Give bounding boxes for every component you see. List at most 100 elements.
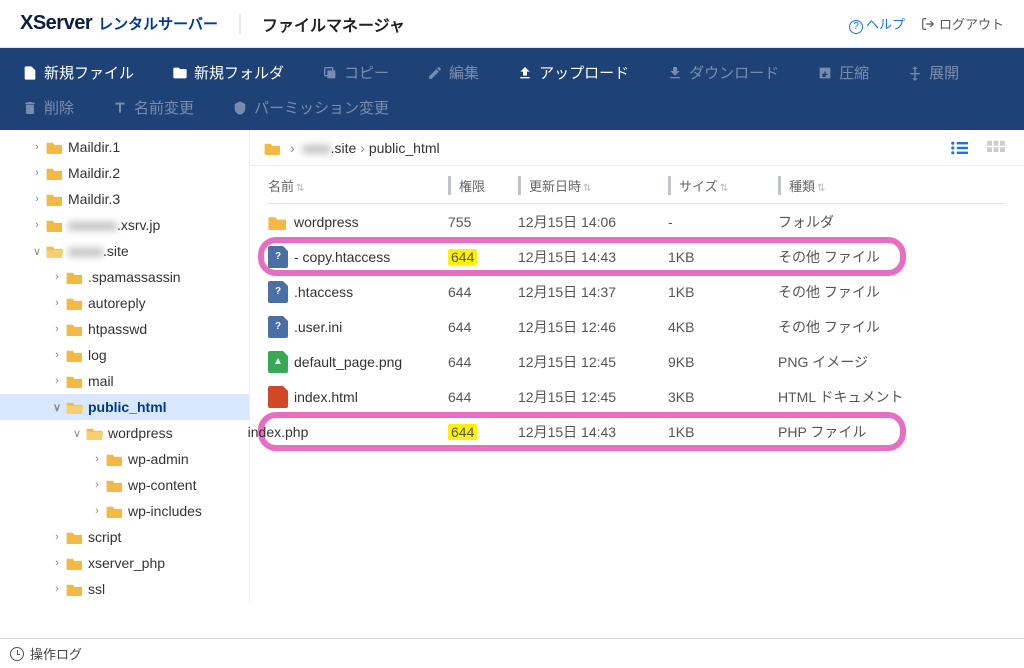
- help-icon: ?: [849, 20, 863, 34]
- file-type: フォルダ: [778, 212, 1006, 232]
- bottom-bar[interactable]: 操作ログ: [0, 638, 1024, 668]
- chevron-icon[interactable]: ›: [30, 141, 44, 153]
- tree-item[interactable]: ›log: [0, 342, 249, 368]
- file-row[interactable]: index.php 644 12月15日 14:43 1KB PHP ファイル: [268, 414, 1006, 449]
- folder-icon: [46, 140, 64, 154]
- list-view-button[interactable]: [946, 137, 974, 159]
- help-link[interactable]: ?ヘルプ: [849, 14, 905, 34]
- tree-label: mail: [88, 373, 114, 389]
- logout-icon: [921, 17, 935, 32]
- tree-item[interactable]: › xserver_php: [0, 550, 249, 576]
- chevron-icon[interactable]: ›: [50, 297, 64, 309]
- file-row[interactable]: ?.htaccess 644 12月15日 14:37 1KB その他 ファイル: [268, 274, 1006, 309]
- unknown-icon: ?: [268, 317, 288, 337]
- file-date: 12月15日 12:45: [518, 387, 668, 407]
- file-size: 1KB: [668, 249, 778, 265]
- chevron-icon[interactable]: ∨: [30, 245, 44, 258]
- tree-item[interactable]: › wp-content: [0, 472, 249, 498]
- tree-item[interactable]: ›.spamassassin: [0, 264, 249, 290]
- file-row[interactable]: ?- copy.htaccess 644 12月15日 14:43 1KB その…: [268, 239, 1006, 274]
- grid-view-button[interactable]: [982, 137, 1010, 159]
- chevron-icon[interactable]: ›: [50, 531, 64, 543]
- folder-icon: [106, 504, 124, 518]
- file-size: 1KB: [668, 284, 778, 300]
- chevron-icon[interactable]: ›: [90, 453, 104, 465]
- tree-item[interactable]: › Maildir.2: [0, 160, 249, 186]
- chevron-icon[interactable]: ›: [30, 193, 44, 205]
- file-row[interactable]: ?.user.ini 644 12月15日 12:46 4KB その他 ファイル: [268, 309, 1006, 344]
- new-folder-button[interactable]: 新規フォルダ: [172, 62, 284, 83]
- chevron-icon[interactable]: ∨: [70, 427, 84, 440]
- tree-item[interactable]: ›script: [0, 524, 249, 550]
- chevron-icon[interactable]: ›: [50, 375, 64, 387]
- file-size: 3KB: [668, 389, 778, 405]
- new-file-button[interactable]: 新規ファイル: [22, 62, 134, 83]
- tree-item[interactable]: ›Maildir.1: [0, 134, 249, 160]
- file-name: index.php: [248, 424, 309, 440]
- chevron-icon[interactable]: ›: [50, 349, 64, 361]
- folder-icon: [66, 530, 84, 544]
- delete-button: 削除: [22, 97, 74, 118]
- tree-label: autoreply: [88, 295, 146, 311]
- tool-label: アップロード: [539, 62, 629, 83]
- col-type[interactable]: 種類⇅: [778, 176, 1006, 195]
- tree-label: xserver_php: [88, 555, 165, 571]
- upload-icon: [517, 65, 533, 81]
- chevron-icon[interactable]: ›: [50, 583, 64, 595]
- upload-button[interactable]: アップロード: [517, 62, 629, 83]
- copy-icon: [322, 65, 338, 81]
- tree-item[interactable]: ›Maildir.3: [0, 186, 249, 212]
- chevron-icon[interactable]: ›: [50, 323, 64, 335]
- file-row[interactable]: wordpress 755 12月15日 14:06 - フォルダ: [268, 204, 1006, 239]
- file-row[interactable]: ▲default_page.png 644 12月15日 12:45 9KB P…: [268, 344, 1006, 379]
- logout-link[interactable]: ログアウト: [921, 14, 1004, 33]
- tree-label: Maildir.2: [68, 165, 120, 181]
- tree-item[interactable]: ›htpasswd: [0, 316, 249, 342]
- chevron-icon[interactable]: ›: [50, 271, 64, 283]
- tree-item[interactable]: ∨wordpress: [0, 420, 249, 446]
- tree-item[interactable]: ∨xxxxx.site: [0, 238, 249, 264]
- chevron-icon[interactable]: ›: [30, 167, 44, 179]
- edit-icon: [427, 65, 443, 81]
- tree-label: public_html: [88, 399, 167, 415]
- sidebar-tree[interactable]: ›Maildir.1›Maildir.2›Maildir.3›xxxxxxx.x…: [0, 130, 250, 604]
- app-name: ファイルマネージャ: [262, 12, 405, 36]
- chevron-icon[interactable]: ∨: [50, 401, 64, 414]
- help-label: ヘルプ: [866, 17, 905, 32]
- edit-button: 編集: [427, 62, 479, 83]
- file-perm: 755: [448, 214, 518, 230]
- tree-label: wp-content: [128, 477, 196, 493]
- breadcrumb-segment[interactable]: public_html: [369, 140, 440, 156]
- tree-item[interactable]: › mail: [0, 368, 249, 394]
- folder-icon: [66, 582, 84, 596]
- col-date[interactable]: 更新日時⇅: [518, 176, 668, 195]
- file-table: 名前⇅ 権限 更新日時⇅ サイズ⇅ 種類⇅ wordpress 755 12月1…: [250, 166, 1024, 449]
- folder-open-icon: [264, 141, 282, 155]
- chevron-icon[interactable]: ›: [50, 557, 64, 569]
- tree-item[interactable]: ∨ public_html: [0, 394, 249, 420]
- extract-button: 展開: [907, 62, 959, 83]
- tree-label: ssl: [88, 581, 105, 597]
- rename-button: 名前変更: [112, 97, 194, 118]
- operation-log-label: 操作ログ: [30, 644, 82, 663]
- chevron-icon[interactable]: ›: [90, 505, 104, 517]
- permission-button: パーミッション変更: [232, 97, 389, 118]
- tree-item[interactable]: › ssl: [0, 576, 249, 602]
- folder-icon: [66, 270, 84, 284]
- file-size: 4KB: [668, 319, 778, 335]
- file-row[interactable]: index.html 644 12月15日 12:45 3KB HTML ドキュ…: [268, 379, 1006, 414]
- col-perm[interactable]: 権限: [448, 176, 518, 195]
- tree-item[interactable]: ›wp-admin: [0, 446, 249, 472]
- tree-item[interactable]: ›wp-includes: [0, 498, 249, 524]
- tree-item[interactable]: ›xxxxxxx.xsrv.jp: [0, 212, 249, 238]
- file-type: HTML ドキュメント: [778, 387, 1006, 407]
- col-size[interactable]: サイズ⇅: [668, 176, 778, 195]
- tree-item[interactable]: › autoreply: [0, 290, 249, 316]
- chevron-icon[interactable]: ›: [30, 219, 44, 231]
- breadcrumb-segment[interactable]: xxxx.site: [303, 140, 357, 156]
- folder-icon: [66, 296, 84, 310]
- download-icon: [667, 65, 683, 81]
- chevron-icon[interactable]: ›: [90, 479, 104, 491]
- col-name[interactable]: 名前⇅: [268, 176, 448, 195]
- file-type: その他 ファイル: [778, 247, 1006, 267]
